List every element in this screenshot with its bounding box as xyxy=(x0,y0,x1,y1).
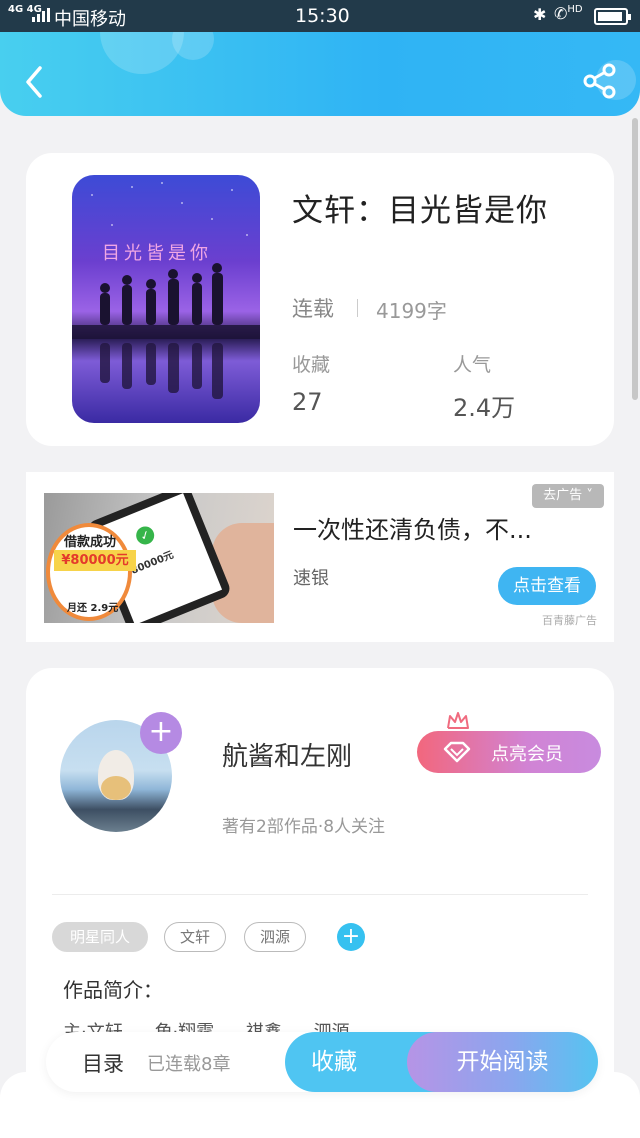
start-reading-button[interactable]: 开始阅读 xyxy=(407,1032,598,1092)
share-button[interactable] xyxy=(582,62,618,100)
favorites-count: 27 xyxy=(292,388,323,416)
cover-art: 目光皆是你 xyxy=(72,182,260,399)
book-status: 连载 xyxy=(292,297,334,321)
ad-badge-note: 月还 2.9元 xyxy=(67,603,119,614)
diamond-icon xyxy=(443,741,471,763)
follow-author-button[interactable]: + xyxy=(140,712,182,754)
book-cover[interactable]: 目光皆是你 xyxy=(72,175,260,423)
ad-badge-amount: ¥80000元 xyxy=(54,550,136,571)
ad-banner[interactable]: ✓ ¥80000元 借款成功 ¥80000元 月还 2.9元 一次性还清负债，不… xyxy=(26,472,614,642)
chevron-down-icon: ˅ xyxy=(586,488,593,503)
ad-image: ✓ ¥80000元 借款成功 ¥80000元 月还 2.9元 xyxy=(44,493,274,623)
vip-label: 点亮会员 xyxy=(491,744,563,765)
chevron-left-icon xyxy=(26,66,42,98)
carrier-name: 中国移动 xyxy=(54,9,126,30)
crown-icon xyxy=(447,712,469,729)
battery-icon xyxy=(594,8,631,25)
author-name[interactable]: 航酱和左刚 xyxy=(222,736,352,773)
signal-icon xyxy=(32,8,50,22)
vip-button[interactable]: 点亮会员 xyxy=(417,731,601,773)
status-bar: 4G 4G 中国移动 15:30 ✱ ✆HD xyxy=(0,0,640,32)
popularity-label: 人气 xyxy=(453,354,492,376)
status-time: 15:30 xyxy=(295,5,350,27)
author-meta: 著有2部作品·8人关注 xyxy=(222,817,386,837)
ad-view-button[interactable]: 点击查看 xyxy=(498,567,596,605)
tag-item[interactable]: 泗源 xyxy=(244,922,306,952)
scrollbar[interactable] xyxy=(632,118,638,400)
tag-item[interactable]: 文轩 xyxy=(164,922,226,952)
hd-call-icon: ✆HD xyxy=(554,4,583,23)
popularity-count: 2.4万 xyxy=(453,394,516,422)
chapter-count: 已连载8章 xyxy=(147,1054,231,1075)
tag-item[interactable]: 明星同人 xyxy=(52,922,148,952)
intro-label: 作品简介： xyxy=(63,978,163,1002)
divider xyxy=(357,299,358,317)
toc-button[interactable]: 目录 xyxy=(82,1048,124,1078)
check-icon: ✓ xyxy=(133,523,157,548)
book-info-card: 目光皆是你 文轩：目光皆是你 连载 4199字 收藏 27 人气 2.4万 xyxy=(26,153,614,446)
favorites-label: 收藏 xyxy=(292,354,331,376)
header-bar: 4G 4G 中国移动 15:30 ✱ ✆HD xyxy=(0,0,640,116)
book-title: 文轩：目光皆是你 xyxy=(292,193,548,229)
back-button[interactable] xyxy=(20,62,50,102)
word-count: 4199字 xyxy=(376,299,447,323)
ad-provider-tag: 百青藤广告 xyxy=(542,614,597,627)
divider xyxy=(52,894,588,895)
bluetooth-icon: ✱ xyxy=(533,5,547,24)
ad-source: 速银 xyxy=(293,568,329,589)
remove-ad-button[interactable]: 去广告 ˅ xyxy=(532,484,604,508)
share-icon xyxy=(583,63,616,99)
svg-text:目光皆是你: 目光皆是你 xyxy=(102,243,212,264)
ad-badge-title: 借款成功 xyxy=(64,535,117,550)
add-tag-button[interactable]: + xyxy=(337,923,365,951)
ad-title: 一次性还清负债，不... xyxy=(293,516,532,544)
bottom-action-bar: 目录 已连载8章 收藏 开始阅读 xyxy=(46,1032,598,1092)
